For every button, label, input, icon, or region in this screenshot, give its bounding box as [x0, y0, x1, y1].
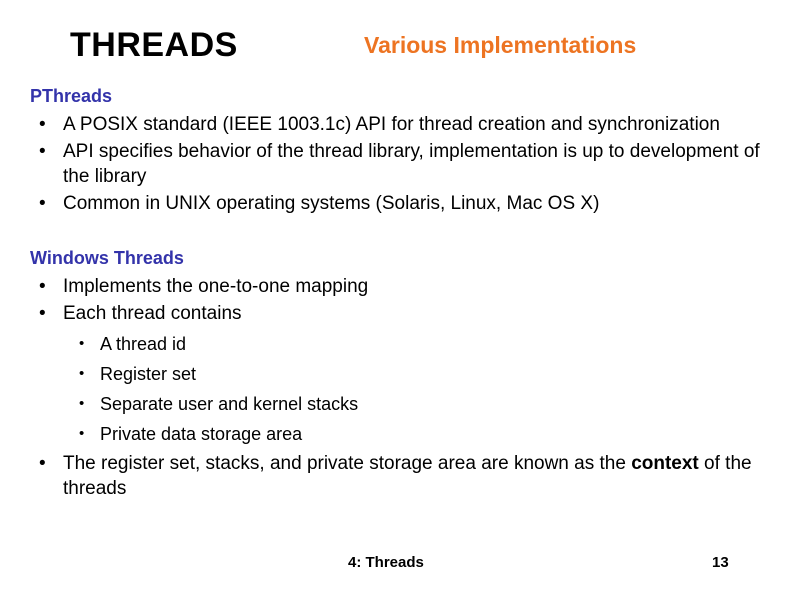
- sub-list-item: • Register set: [63, 359, 770, 389]
- list-item-text: A POSIX standard (IEEE 1003.1c) API for …: [63, 114, 720, 135]
- section-pthreads: PThreads • A POSIX standard (IEEE 1003.1…: [30, 84, 770, 216]
- bullet-icon: •: [39, 114, 46, 135]
- title-row: THREADS Various Implementations: [0, 24, 800, 72]
- list-item-text-emphasis: context: [631, 453, 699, 474]
- list-item: • Implements the one-to-one mapping: [30, 274, 770, 299]
- list-item-text: Implements the one-to-one mapping: [63, 276, 369, 297]
- bullet-icon: •: [39, 453, 46, 474]
- bullet-list-windows-threads: • Implements the one-to-one mapping • Ea…: [30, 274, 770, 501]
- sub-list-item: • Separate user and kernel stacks: [63, 389, 770, 419]
- sub-list-item-text: A thread id: [100, 334, 187, 354]
- list-item-text: Common in UNIX operating systems (Solari…: [63, 193, 600, 214]
- slide-footer: 4: Threads 13: [0, 552, 800, 576]
- sub-list-item-text: Register set: [100, 364, 197, 384]
- footer-chapter-label: 4: Threads: [348, 554, 424, 571]
- bullet-icon: •: [39, 193, 46, 214]
- bullet-icon: •: [39, 141, 46, 162]
- bullet-icon: •: [79, 425, 85, 442]
- list-item: • Each thread contains • A thread id • R…: [30, 301, 770, 449]
- list-item-text-before: The register set, stacks, and private st…: [63, 453, 632, 474]
- sub-list-item: • Private data storage area: [63, 419, 770, 449]
- sub-bullet-list: • A thread id • Register set • Separate …: [63, 329, 770, 449]
- bullet-icon: •: [79, 335, 85, 352]
- bullet-icon: •: [39, 276, 46, 297]
- list-item: • Common in UNIX operating systems (Sola…: [30, 191, 770, 216]
- sub-list-item: • A thread id: [63, 329, 770, 359]
- list-item-text: Each thread contains: [63, 303, 242, 324]
- slide-body: PThreads • A POSIX standard (IEEE 1003.1…: [30, 84, 770, 503]
- section-heading-pthreads: PThreads: [30, 86, 113, 106]
- page-title: THREADS: [70, 26, 238, 64]
- slide-subtitle: Various Implementations: [364, 32, 637, 58]
- bullet-icon: •: [79, 395, 85, 412]
- slide: THREADS Various Implementations PThreads…: [0, 0, 800, 600]
- sub-list-item-text: Private data storage area: [100, 424, 303, 444]
- section-windows-threads: Windows Threads • Implements the one-to-…: [30, 246, 770, 501]
- footer-page-number: 13: [712, 554, 729, 571]
- bullet-icon: •: [79, 365, 85, 382]
- section-heading-windows-threads: Windows Threads: [30, 248, 184, 268]
- bullet-list-pthreads: • A POSIX standard (IEEE 1003.1c) API fo…: [30, 112, 770, 216]
- sub-list-item-text: Separate user and kernel stacks: [100, 394, 359, 414]
- list-item: • The register set, stacks, and private …: [30, 451, 770, 501]
- list-item-text: API specifies behavior of the thread lib…: [63, 141, 760, 187]
- bullet-icon: •: [39, 303, 46, 324]
- list-item: • API specifies behavior of the thread l…: [30, 139, 770, 189]
- list-item: • A POSIX standard (IEEE 1003.1c) API fo…: [30, 112, 770, 137]
